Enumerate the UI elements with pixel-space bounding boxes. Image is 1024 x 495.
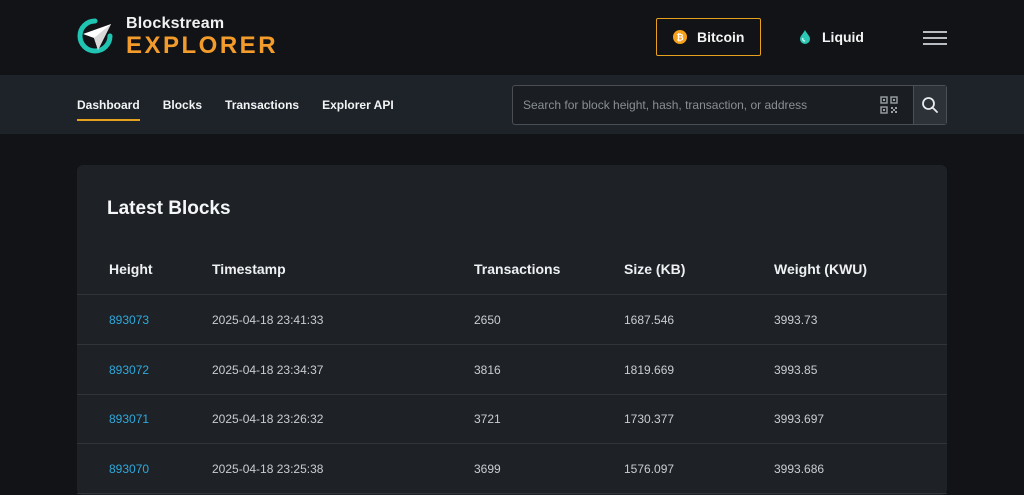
tab-transactions[interactable]: Transactions — [225, 75, 299, 134]
table-header: Height Timestamp Transactions Size (KB) … — [77, 253, 947, 295]
column-header-height: Height — [109, 261, 153, 277]
search-button[interactable] — [913, 86, 946, 124]
block-weight: 3993.686 — [774, 462, 825, 476]
logo-product: EXPLORER — [126, 32, 279, 59]
column-header-transactions: Transactions — [474, 261, 561, 277]
top-bar: Blockstream EXPLORER ₿ Bitcoin Liquid — [0, 0, 1024, 75]
block-transactions: 3699 — [474, 462, 501, 476]
block-transactions: 3816 — [474, 363, 501, 377]
column-header-weight: Weight (KWU) — [774, 261, 868, 277]
block-weight: 3993.697 — [774, 412, 825, 426]
block-height-link[interactable]: 893072 — [109, 363, 149, 377]
table-row[interactable]: 893070 2025-04-18 23:25:38 3699 1576.097… — [77, 444, 947, 494]
block-weight: 3993.85 — [774, 363, 818, 377]
liquid-drop-icon — [800, 30, 810, 44]
block-transactions: 2650 — [474, 313, 501, 327]
svg-text:₿: ₿ — [676, 33, 683, 44]
table-row[interactable]: 893073 2025-04-18 23:41:33 2650 1687.546… — [77, 295, 947, 345]
table-row[interactable]: 893072 2025-04-18 23:34:37 3816 1819.669… — [77, 345, 947, 395]
block-timestamp: 2025-04-18 23:25:38 — [212, 462, 324, 476]
column-header-size: Size (KB) — [624, 261, 686, 277]
table-row[interactable]: 893071 2025-04-18 23:26:32 3721 1730.377… — [77, 394, 947, 444]
network-liquid-label: Liquid — [822, 29, 864, 45]
block-timestamp: 2025-04-18 23:41:33 — [212, 313, 324, 327]
block-height-link[interactable]: 893073 — [109, 313, 149, 327]
block-weight: 3993.73 — [774, 313, 818, 327]
bitcoin-coin-icon: ₿ — [673, 30, 687, 44]
qr-scan-icon[interactable] — [879, 95, 899, 115]
column-header-timestamp: Timestamp — [212, 261, 286, 277]
network-bitcoin-button[interactable]: ₿ Bitcoin — [656, 18, 761, 56]
block-height-link[interactable]: 893071 — [109, 412, 149, 426]
block-height-link[interactable]: 893070 — [109, 462, 149, 476]
blockstream-logo-icon — [77, 18, 113, 54]
tab-explorer-api[interactable]: Explorer API — [322, 75, 394, 134]
search-input[interactable] — [513, 86, 879, 124]
tab-blocks[interactable]: Blocks — [163, 75, 202, 134]
block-size: 1819.669 — [624, 363, 675, 377]
search-box — [512, 85, 947, 125]
block-transactions: 3721 — [474, 412, 501, 426]
network-liquid-button[interactable]: Liquid — [798, 18, 864, 56]
sub-navigation: Dashboard Blocks Transactions Explorer A… — [0, 75, 1024, 134]
block-size: 1730.377 — [624, 412, 675, 426]
block-timestamp: 2025-04-18 23:34:37 — [212, 363, 324, 377]
latest-blocks-panel: Latest Blocks Height Timestamp Transacti… — [77, 165, 947, 495]
logo-brand: Blockstream — [126, 15, 225, 32]
hamburger-menu-icon[interactable] — [923, 31, 947, 45]
latest-blocks-title: Latest Blocks — [107, 198, 231, 219]
block-size: 1687.546 — [624, 313, 675, 327]
network-bitcoin-label: Bitcoin — [697, 29, 745, 45]
nav-tabs: Dashboard Blocks Transactions Explorer A… — [77, 75, 417, 134]
block-size: 1576.097 — [624, 462, 675, 476]
block-timestamp: 2025-04-18 23:26:32 — [212, 412, 324, 426]
logo[interactable]: Blockstream EXPLORER — [77, 15, 278, 59]
search-icon — [922, 97, 938, 113]
tab-dashboard[interactable]: Dashboard — [77, 75, 140, 134]
